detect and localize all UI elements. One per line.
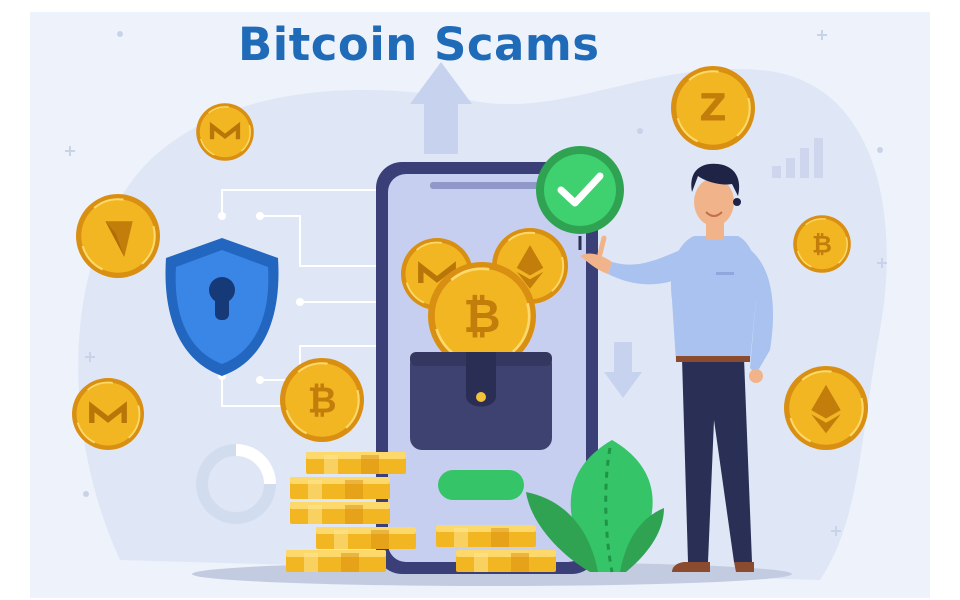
wallet-icon [410,352,552,450]
svg-text:₿: ₿ [463,289,500,343]
svg-text:₿: ₿ [307,381,336,422]
monero-coin-icon [71,377,145,451]
monero-coin-icon [195,102,255,162]
confirm-button[interactable] [438,470,524,500]
ethereum-coin-icon [782,364,870,452]
page-title: Bitcoin Scams [238,18,600,71]
svg-text:₿: ₿ [812,230,832,259]
zcash-coin-icon: Z [669,64,757,152]
bitcoin-coin-icon: ₿ [278,356,366,444]
illustration-stage: ₿ ₿ Z ₿ Bitcoin Scams [0,0,960,600]
scene-illustration: ₿ ₿ Z ₿ [65,30,887,586]
bitcoin-coin-icon: ₿ [792,214,852,274]
ethereum-coin-icon [74,192,162,280]
svg-text:Z: Z [699,86,726,130]
